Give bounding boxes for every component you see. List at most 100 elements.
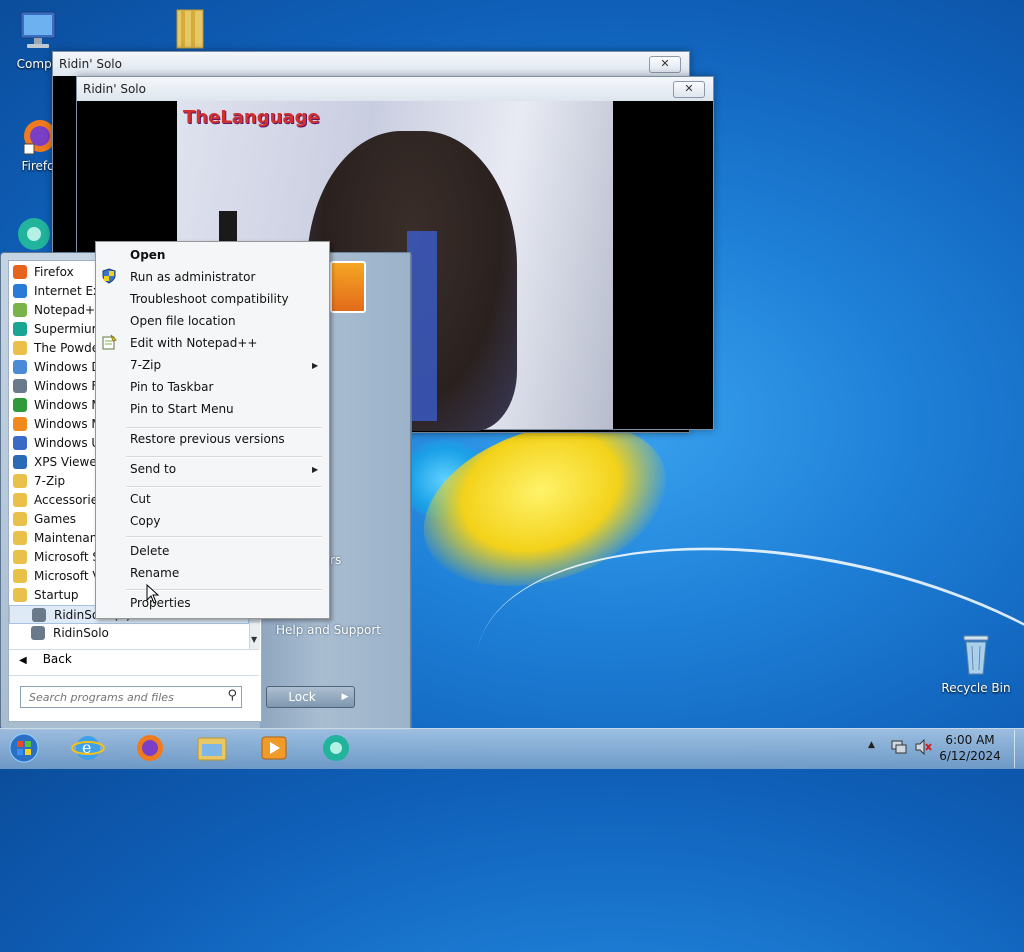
program-item[interactable]: RidinSolo: [9, 624, 249, 643]
xps-icon: [13, 455, 27, 469]
update-icon: [13, 436, 27, 450]
context-menu-item[interactable]: Restore previous versions: [130, 432, 285, 446]
context-menu-separator: [126, 536, 322, 538]
mouse-cursor-icon: [146, 584, 160, 604]
context-menu-item[interactable]: Rename: [130, 566, 179, 580]
media-center-icon: [13, 398, 27, 412]
program-label: Supermium: [34, 322, 104, 336]
context-menu-item[interactable]: Open file location: [130, 314, 236, 328]
context-menu-item[interactable]: Properties: [130, 596, 191, 610]
back-arrow-icon: ◀: [19, 655, 27, 666]
folder-icon: [13, 531, 27, 545]
start-button[interactable]: [2, 732, 56, 764]
network-icon[interactable]: [890, 738, 908, 756]
taskbar-ie[interactable]: e: [68, 732, 122, 764]
program-label: Games: [34, 512, 76, 526]
power-options-arrow[interactable]: ▶: [336, 686, 355, 708]
close-button[interactable]: ✕: [649, 56, 681, 73]
lock-button[interactable]: Lock: [266, 686, 338, 708]
search-icon[interactable]: ⚲: [227, 688, 237, 703]
close-icon: ✕: [684, 82, 694, 95]
program-label: Microsoft V: [34, 569, 101, 583]
supermium-icon: [18, 218, 50, 250]
shield-icon: [102, 268, 116, 284]
context-menu-item[interactable]: Delete: [130, 544, 169, 558]
program-label: XPS Viewer: [34, 455, 102, 469]
window-title: Ridin' Solo: [83, 82, 146, 96]
notepad-icon: [102, 334, 117, 350]
media-player-icon: [13, 417, 27, 431]
program-label: The Powder: [34, 341, 105, 355]
clock[interactable]: 6:00 AM 6/12/2024: [930, 732, 1010, 764]
context-menu-item[interactable]: 7-Zip: [130, 358, 161, 372]
fax-icon: [13, 379, 27, 393]
window-title: Ridin' Solo: [59, 57, 122, 71]
program-label: Windows M: [34, 398, 102, 412]
desktop-icon-folder[interactable]: [168, 6, 214, 53]
context-menu-item[interactable]: Cut: [130, 492, 151, 506]
user-picture[interactable]: [330, 261, 366, 313]
search-input[interactable]: [21, 687, 221, 707]
show-desktop-button[interactable]: [1014, 730, 1024, 768]
close-icon: ✕: [660, 57, 670, 70]
program-label: RidinSolo: [53, 626, 109, 640]
folder-icon: [13, 588, 27, 602]
context-menu-item[interactable]: Run as administrator: [130, 270, 255, 284]
program-label: Windows M: [34, 417, 102, 431]
divider: [9, 649, 259, 650]
clock-time: 6:00 AM: [945, 733, 995, 747]
scroll-down-icon[interactable]: ▼: [251, 635, 257, 644]
folder-icon: [13, 493, 27, 507]
folder-icon: [13, 474, 27, 488]
context-menu-item[interactable]: Pin to Start Menu: [130, 402, 234, 416]
window-titlebar[interactable]: Ridin' Solo ✕: [53, 52, 689, 76]
clock-date: 6/12/2024: [939, 749, 1001, 763]
context-menu-separator: [126, 456, 322, 458]
context-menu-item[interactable]: Troubleshoot compatibility: [130, 292, 289, 306]
firefox-icon: [137, 735, 163, 761]
context-menu-item[interactable]: Edit with Notepad++: [130, 336, 257, 350]
close-button[interactable]: ✕: [673, 81, 705, 98]
folder-icon: [13, 512, 27, 526]
start-right-item-help-support[interactable]: Help and Support: [276, 623, 381, 637]
folder-icon: [13, 341, 27, 355]
window-icon: [31, 626, 45, 640]
divider: [9, 675, 259, 676]
dvd-icon: [13, 360, 27, 374]
taskbar-supermium[interactable]: [316, 732, 370, 764]
taskbar-media-player[interactable]: [254, 732, 308, 764]
folder-icon: [13, 550, 27, 564]
program-label: Accessories: [34, 493, 105, 507]
back-button[interactable]: ◀ Back: [19, 652, 72, 666]
notepad-icon: [13, 303, 27, 317]
media-player-icon: [261, 736, 287, 760]
window-titlebar[interactable]: Ridin' Solo ✕: [77, 77, 713, 101]
context-menu-item[interactable]: Copy: [130, 514, 160, 528]
context-menu-separator: [126, 427, 322, 429]
program-label: 7-Zip: [34, 474, 66, 488]
search-box[interactable]: ⚲: [20, 686, 242, 708]
lock-label: Lock: [288, 690, 316, 704]
folder-icon: [176, 9, 204, 49]
video-overlay-text: TheLanguage: [183, 107, 320, 128]
chevron-right-icon: ▶: [341, 692, 349, 702]
ie-icon: [13, 284, 27, 298]
program-label: Windows Fa: [34, 379, 105, 393]
supermium-icon: [323, 735, 349, 761]
start-orb-icon: [9, 733, 39, 763]
desktop-icon-label: Recycle Bin: [941, 681, 1011, 695]
context-menu-item[interactable]: Pin to Taskbar: [130, 380, 213, 394]
desktop-icon-recycle-bin[interactable]: Recycle Bin: [940, 630, 1012, 695]
context-menu-item[interactable]: Send to: [130, 462, 176, 476]
svg-text:e: e: [82, 738, 91, 757]
taskbar-explorer[interactable]: [192, 732, 246, 764]
window-icon: [32, 608, 46, 622]
desktop-icon-supermium[interactable]: [12, 214, 56, 253]
firefox-icon: [13, 265, 27, 279]
taskbar-firefox[interactable]: [130, 732, 184, 764]
context-menu-item[interactable]: Open: [130, 248, 165, 262]
show-hidden-icons-chevron[interactable]: ▲: [868, 740, 875, 750]
submenu-arrow-icon: ▶: [312, 361, 319, 370]
folder-icon: [13, 569, 27, 583]
computer-icon: [20, 11, 56, 48]
